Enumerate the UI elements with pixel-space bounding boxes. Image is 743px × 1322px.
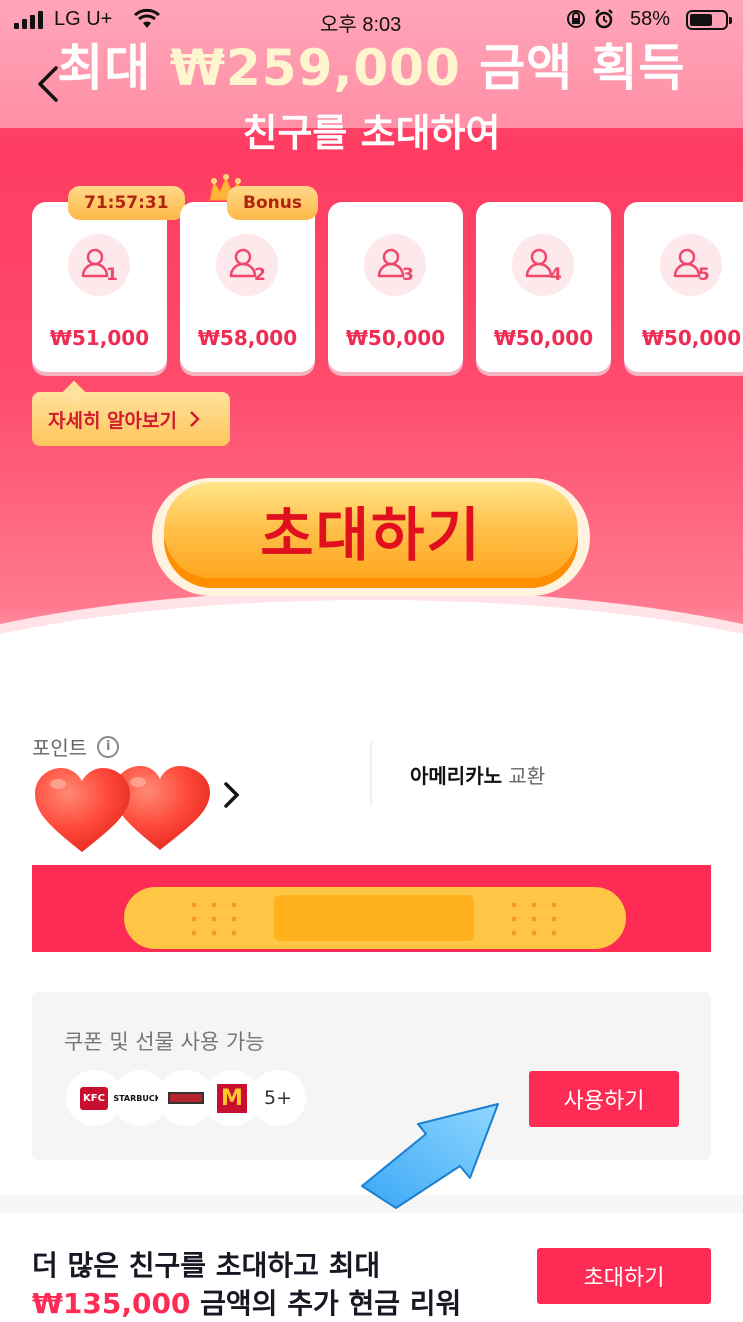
user-icon: 2 — [229, 248, 266, 285]
svg-text:3: 3 — [402, 265, 414, 285]
reward-card[interactable]: 5 ₩50,000 — [624, 202, 743, 372]
learn-more-button[interactable]: 자세히 알아보기 — [32, 392, 230, 446]
svg-text:5: 5 — [698, 265, 710, 285]
divider — [370, 742, 372, 806]
wifi-icon — [134, 8, 160, 28]
use-button[interactable]: 사용하기 — [529, 1071, 679, 1127]
reward-amount: ₩50,000 — [641, 326, 742, 350]
reward-card[interactable]: Bonus 2 ₩58,000 — [180, 186, 318, 372]
brand-logos: KFC STARBUCKS M 5+ — [66, 1070, 306, 1126]
user-icon: 3 — [377, 248, 414, 285]
user-icon: 5 — [673, 248, 710, 285]
hero-section: LG U+ 오후 8:03 58% 최대 ₩259,000 금액 획득 친구를 … — [0, 0, 743, 690]
user-icon: 4 — [525, 248, 562, 285]
reward-cards: 71:57:31 1 ₩51,000 Bonus 2 ₩58,000 3 ₩50… — [32, 186, 743, 372]
reward-amount: ₩50,000 — [493, 326, 594, 350]
points-label: 포인트 — [32, 736, 88, 760]
invite-code: 초대 코드 Z18786375 — [260, 616, 453, 637]
learn-more-label: 자세히 알아보기 — [48, 409, 177, 432]
reward-amount: ₩51,000 — [49, 326, 150, 350]
friend-avatar: 4 — [512, 234, 574, 296]
reward-amount: ₩50,000 — [345, 326, 446, 350]
copy-icon[interactable] — [463, 615, 483, 635]
timer-badge: 71:57:31 — [68, 186, 185, 220]
friend-avatar: 2 — [216, 234, 278, 296]
chevron-right-icon — [190, 411, 200, 427]
exchange-action: 교환 — [502, 764, 546, 788]
hearts-icon[interactable] — [32, 762, 217, 857]
reward-card[interactable]: 4 ₩50,000 — [476, 202, 611, 372]
promo-banner[interactable] — [32, 865, 711, 952]
user-icon: 1 — [81, 248, 118, 285]
orientation-lock-icon — [567, 10, 585, 28]
bandage-icon — [124, 887, 626, 949]
reward-card[interactable]: 71:57:31 1 ₩51,000 — [32, 186, 185, 372]
battery-icon — [686, 10, 732, 30]
bottom-bar: 더 많은 친구를 초대하고 최대 ₩135,000 금액의 추가 현금 리워 초… — [0, 1213, 743, 1322]
svg-text:1: 1 — [106, 265, 118, 285]
exchange-item: 아메리카노 — [410, 764, 502, 788]
chevron-right-icon[interactable] — [222, 780, 242, 810]
reward-amount: ₩58,000 — [197, 326, 298, 350]
back-arrow-icon[interactable] — [30, 62, 70, 106]
reward-card[interactable]: 3 ₩50,000 — [328, 202, 463, 372]
signal-icon — [14, 11, 43, 29]
svg-text:2: 2 — [254, 265, 266, 285]
friend-avatar: 1 — [68, 234, 130, 296]
alarm-icon — [595, 9, 613, 29]
bonus-badge: Bonus — [227, 186, 318, 220]
page-title: 최대 ₩259,000 금액 획득 — [57, 39, 686, 97]
bottom-message: 더 많은 친구를 초대하고 최대 ₩135,000 금액의 추가 현금 리워 — [32, 1249, 462, 1320]
pointer-arrow-icon — [361, 1103, 499, 1209]
invite-code-row[interactable]: 초대 코드 Z18786375 — [0, 612, 743, 638]
friend-avatar: 3 — [364, 234, 426, 296]
invite-main-button[interactable]: 초대하기 — [152, 478, 590, 596]
coupon-title: 쿠폰 및 선물 사용 가능 — [64, 1030, 265, 1054]
info-icon[interactable]: i — [97, 735, 120, 758]
more-brands-count: 5+ — [250, 1070, 306, 1126]
invite-button[interactable]: 초대하기 — [537, 1248, 711, 1304]
invite-main-label: 초대하기 — [260, 501, 482, 569]
page-subtitle: 친구를 초대하여 — [242, 111, 501, 155]
exchange-link[interactable]: 아메리카노 교환 — [410, 760, 545, 789]
friend-avatar: 5 — [660, 234, 722, 296]
svg-text:4: 4 — [550, 265, 562, 285]
